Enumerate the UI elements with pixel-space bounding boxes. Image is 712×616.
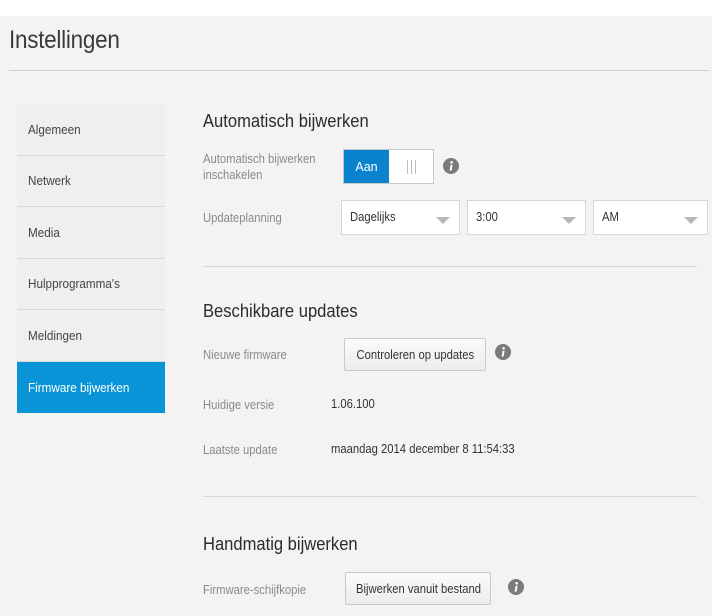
update-from-file-button[interactable]: Bijwerken vanuit bestand	[345, 572, 491, 605]
current-version-label: Huidige versie	[203, 398, 275, 412]
toggle-on-label: Aan	[344, 150, 389, 183]
sidebar-item-hulpprogrammas[interactable]: Hulpprogramma's	[17, 258, 165, 310]
page-title: Instellingen	[9, 26, 120, 54]
sidebar-item-label: Firmware bijwerken	[28, 379, 130, 395]
sidebar: Algemeen Netwerk Media Hulpprogramma's M…	[17, 104, 165, 413]
dropdown-arrow-icon	[436, 217, 450, 224]
sidebar-item-media[interactable]: Media	[17, 207, 165, 259]
time-value: 3:00	[476, 210, 498, 224]
sidebar-item-firmware-bijwerken[interactable]: Firmware bijwerken	[17, 361, 165, 413]
sidebar-item-label: Hulpprogramma's	[28, 276, 120, 292]
auto-update-toggle[interactable]: Aan	[343, 149, 434, 184]
frequency-value: Dagelijks	[350, 210, 396, 224]
auto-update-enable-label-line1: Automatisch bijwerken	[203, 152, 316, 166]
sidebar-item-label: Netwerk	[28, 173, 71, 189]
sidebar-item-algemeen[interactable]: Algemeen	[17, 104, 165, 156]
sidebar-item-label: Meldingen	[28, 327, 82, 343]
new-firmware-label: Nieuwe firmware	[203, 348, 287, 362]
section-divider	[203, 496, 697, 497]
info-icon[interactable]	[508, 579, 524, 595]
section-title-available-updates: Beschikbare updates	[203, 301, 358, 321]
sidebar-item-netwerk[interactable]: Netwerk	[17, 155, 165, 207]
sidebar-item-meldingen[interactable]: Meldingen	[17, 310, 165, 362]
last-update-label: Laatste update	[203, 443, 278, 457]
auto-update-enable-label-line2: inschakelen	[203, 168, 263, 182]
section-divider	[203, 266, 697, 267]
sidebar-item-label: Algemeen	[28, 121, 81, 137]
info-icon[interactable]	[443, 158, 459, 174]
time-select[interactable]: 3:00	[467, 200, 586, 235]
sidebar-item-label: Media	[28, 224, 60, 240]
dropdown-arrow-icon	[684, 217, 698, 224]
section-title-manual-update: Handmatig bijwerken	[203, 534, 358, 554]
check-updates-button-label: Controleren op updates	[356, 347, 474, 362]
check-updates-button[interactable]: Controleren op updates	[344, 338, 486, 371]
ampm-select[interactable]: AM	[593, 200, 708, 235]
auto-update-enable-label: Automatisch bijwerken inschakelen	[203, 151, 316, 183]
dropdown-arrow-icon	[562, 217, 576, 224]
last-update-value: maandag 2014 december 8 11:54:33	[331, 442, 515, 456]
title-divider	[9, 70, 709, 71]
update-from-file-button-label: Bijwerken vanuit bestand	[355, 581, 481, 596]
frequency-select[interactable]: Dagelijks	[341, 200, 460, 235]
section-title-auto-update: Automatisch bijwerken	[203, 111, 369, 131]
info-icon[interactable]	[495, 344, 511, 360]
update-schedule-label: Updateplanning	[203, 211, 282, 225]
ampm-value: AM	[602, 210, 619, 224]
current-version-value: 1.06.100	[331, 397, 375, 411]
firmware-image-label: Firmware-schijfkopie	[203, 583, 307, 597]
top-bar	[0, 0, 712, 16]
toggle-knob[interactable]	[389, 150, 433, 183]
